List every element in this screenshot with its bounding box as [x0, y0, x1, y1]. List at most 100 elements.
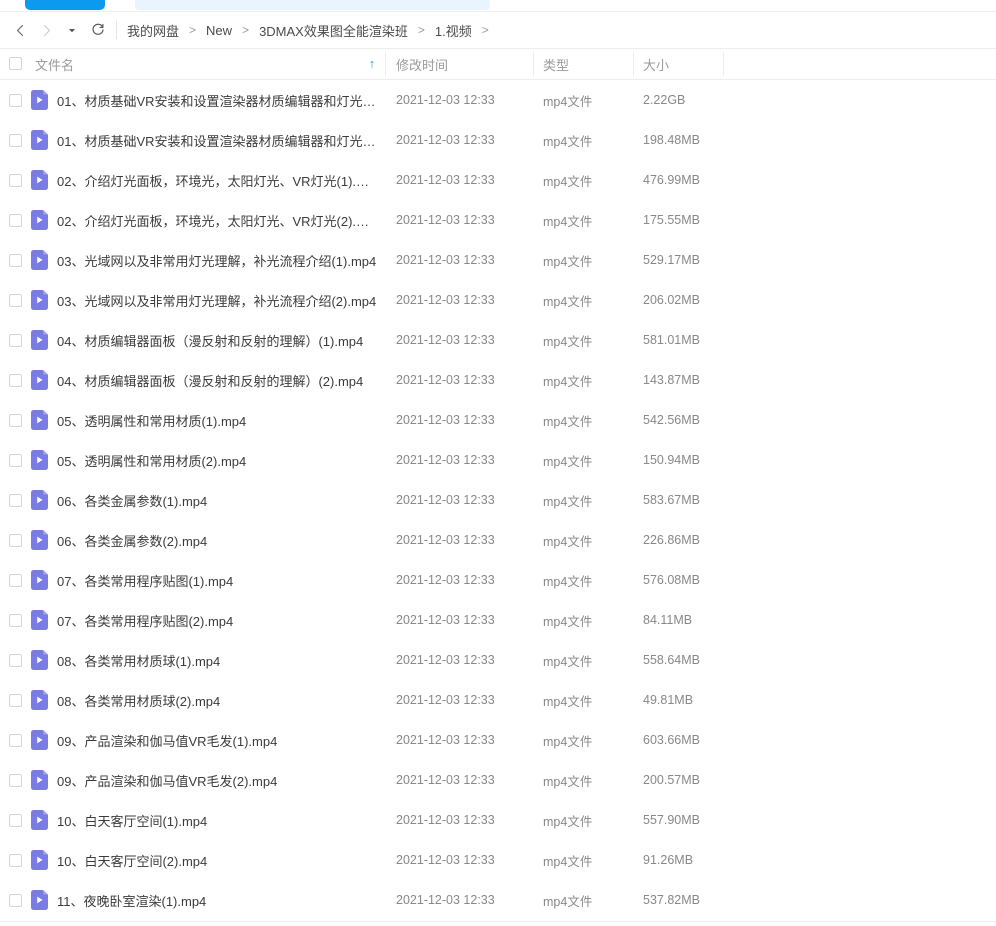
file-name-cell[interactable]: 08、各类常用材质球(2).mp4	[57, 691, 379, 710]
file-name-cell[interactable]: 09、产品渲染和伽马值VR毛发(2).mp4	[57, 771, 379, 790]
search-input[interactable]	[135, 0, 490, 10]
video-file-icon	[31, 610, 48, 630]
file-name-cell[interactable]: 06、各类金属参数(1).mp4	[57, 491, 379, 510]
file-name-cell[interactable]: 09、产品渲染和伽马值VR毛发(1).mp4	[57, 731, 379, 750]
file-size-cell: 603.66MB	[643, 733, 700, 747]
file-name-cell[interactable]: 02、介绍灯光面板，环境光，太阳灯光、VR灯光(2).mp4	[57, 211, 379, 230]
table-row[interactable]: 11、夜晚卧室渲染(1).mp4 2021-12-03 12:33 mp4文件 …	[0, 880, 996, 920]
file-size-cell: 576.08MB	[643, 573, 700, 587]
row-checkbox[interactable]	[9, 333, 22, 347]
row-checkbox[interactable]	[9, 733, 22, 747]
video-file-icon	[31, 450, 48, 470]
row-checkbox[interactable]	[9, 413, 22, 427]
row-checkbox[interactable]	[9, 773, 22, 787]
file-name-cell[interactable]: 04、材质编辑器面板（漫反射和反射的理解）(2).mp4	[57, 371, 379, 390]
row-checkbox[interactable]	[9, 453, 22, 467]
row-checkbox[interactable]	[9, 373, 22, 387]
file-size-cell: 49.81MB	[643, 693, 694, 707]
table-row[interactable]: 07、各类常用程序贴图(2).mp4 2021-12-03 12:33 mp4文…	[0, 600, 996, 640]
table-row[interactable]: 03、光域网以及非常用灯光理解，补光流程介绍(2).mp4 2021-12-03…	[0, 280, 996, 320]
row-checkbox[interactable]	[9, 493, 22, 507]
table-row[interactable]: 06、各类金属参数(2).mp4 2021-12-03 12:33 mp4文件 …	[0, 520, 996, 560]
table-row[interactable]: 05、透明属性和常用材质(1).mp4 2021-12-03 12:33 mp4…	[0, 400, 996, 440]
file-name-cell[interactable]: 07、各类常用程序贴图(2).mp4	[57, 611, 379, 630]
file-type-cell: mp4文件	[543, 894, 593, 909]
file-name-cell[interactable]: 05、透明属性和常用材质(2).mp4	[57, 451, 379, 470]
breadcrumb: 我的网盘 > New > 3DMAX效果图全能渲染班 > 1.视频 >	[126, 20, 498, 41]
file-name-cell[interactable]: 07、各类常用程序贴图(1).mp4	[57, 571, 379, 590]
column-header-type[interactable]: 类型	[543, 49, 569, 79]
file-name-cell[interactable]: 05、透明属性和常用材质(1).mp4	[57, 411, 379, 430]
select-all-checkbox[interactable]	[9, 57, 22, 70]
video-file-icon	[31, 290, 48, 310]
row-checkbox[interactable]	[9, 213, 22, 227]
row-checkbox[interactable]	[9, 813, 22, 827]
caret-down-icon[interactable]	[60, 18, 84, 42]
table-row[interactable]: 10、白天客厅空间(1).mp4 2021-12-03 12:33 mp4文件 …	[0, 800, 996, 840]
column-header-size[interactable]: 大小	[643, 49, 669, 79]
row-checkbox[interactable]	[9, 253, 22, 267]
file-name-cell[interactable]: 03、光域网以及非常用灯光理解，补光流程介绍(2).mp4	[57, 291, 379, 310]
chevron-left-icon[interactable]	[8, 18, 32, 42]
row-checkbox[interactable]	[9, 573, 22, 587]
table-row[interactable]: 02、介绍灯光面板，环境光，太阳灯光、VR灯光(1).mp4 2021-12-0…	[0, 160, 996, 200]
row-checkbox[interactable]	[9, 93, 22, 107]
breadcrumb-item-0[interactable]: 我的网盘	[126, 20, 180, 41]
file-name-cell[interactable]: 08、各类常用材质球(1).mp4	[57, 651, 379, 670]
table-row[interactable]: 09、产品渲染和伽马值VR毛发(2).mp4 2021-12-03 12:33 …	[0, 760, 996, 800]
table-row[interactable]: 09、产品渲染和伽马值VR毛发(1).mp4 2021-12-03 12:33 …	[0, 720, 996, 760]
file-size-cell: 200.57MB	[643, 773, 700, 787]
breadcrumb-item-2[interactable]: 3DMAX效果图全能渲染班	[258, 20, 409, 41]
file-modified-cell: 2021-12-03 12:33	[396, 453, 495, 467]
row-checkbox[interactable]	[9, 133, 22, 147]
primary-action-button[interactable]	[25, 0, 105, 10]
chevron-right-icon[interactable]	[34, 18, 58, 42]
breadcrumb-item-1[interactable]: New	[205, 22, 233, 39]
breadcrumb-item-3[interactable]: 1.视频	[434, 20, 473, 41]
video-file-icon	[31, 370, 48, 390]
table-header: 文件名 ↑ 修改时间 类型 大小	[0, 49, 996, 80]
table-row[interactable]: 04、材质编辑器面板（漫反射和反射的理解）(2).mp4 2021-12-03 …	[0, 360, 996, 400]
sort-ascending-icon[interactable]: ↑	[366, 57, 378, 71]
file-name-cell[interactable]: 03、光域网以及非常用灯光理解，补光流程介绍(1).mp4	[57, 251, 379, 270]
table-row[interactable]: 01、材质基础VR安装和设置渲染器材质编辑器和灯光(2).... 2021-12…	[0, 120, 996, 160]
video-file-icon	[31, 410, 48, 430]
table-row[interactable]: 05、透明属性和常用材质(2).mp4 2021-12-03 12:33 mp4…	[0, 440, 996, 480]
file-name-cell[interactable]: 01、材质基础VR安装和设置渲染器材质编辑器和灯光(1)....	[57, 91, 379, 110]
file-name-cell[interactable]: 11、夜晚卧室渲染(1).mp4	[57, 891, 379, 910]
row-checkbox[interactable]	[9, 173, 22, 187]
row-checkbox[interactable]	[9, 853, 22, 867]
video-file-icon	[31, 570, 48, 590]
column-header-name[interactable]: 文件名	[35, 49, 74, 79]
row-checkbox[interactable]	[9, 293, 22, 307]
row-checkbox-wrap	[9, 653, 22, 667]
navigation-buttons	[0, 18, 110, 42]
table-row[interactable]: 04、材质编辑器面板（漫反射和反射的理解）(1).mp4 2021-12-03 …	[0, 320, 996, 360]
table-row[interactable]: 08、各类常用材质球(1).mp4 2021-12-03 12:33 mp4文件…	[0, 640, 996, 680]
file-name-cell[interactable]: 01、材质基础VR安装和设置渲染器材质编辑器和灯光(2)....	[57, 131, 379, 150]
select-all-checkbox-wrap	[9, 57, 22, 70]
row-checkbox[interactable]	[9, 653, 22, 667]
table-row[interactable]: 01、材质基础VR安装和设置渲染器材质编辑器和灯光(1).... 2021-12…	[0, 80, 996, 120]
row-checkbox[interactable]	[9, 693, 22, 707]
column-header-modified[interactable]: 修改时间	[396, 49, 448, 79]
file-name-cell[interactable]: 02、介绍灯光面板，环境光，太阳灯光、VR灯光(1).mp4	[57, 171, 379, 190]
table-row[interactable]: 07、各类常用程序贴图(1).mp4 2021-12-03 12:33 mp4文…	[0, 560, 996, 600]
table-row[interactable]: 06、各类金属参数(1).mp4 2021-12-03 12:33 mp4文件 …	[0, 480, 996, 520]
file-name-cell[interactable]: 04、材质编辑器面板（漫反射和反射的理解）(1).mp4	[57, 331, 379, 350]
file-name-cell[interactable]: 10、白天客厅空间(1).mp4	[57, 811, 379, 830]
file-type-cell: mp4文件	[543, 654, 593, 669]
file-name-cell[interactable]: 10、白天客厅空间(2).mp4	[57, 851, 379, 870]
row-checkbox[interactable]	[9, 893, 22, 907]
file-size-cell: 2.22GB	[643, 93, 686, 107]
refresh-icon[interactable]	[86, 18, 110, 42]
table-row[interactable]: 10、白天客厅空间(2).mp4 2021-12-03 12:33 mp4文件 …	[0, 840, 996, 880]
table-row[interactable]: 08、各类常用材质球(2).mp4 2021-12-03 12:33 mp4文件…	[0, 680, 996, 720]
file-size-cell: 557.90MB	[643, 813, 700, 827]
file-name-cell[interactable]: 06、各类金属参数(2).mp4	[57, 531, 379, 550]
table-row[interactable]: 03、光域网以及非常用灯光理解，补光流程介绍(1).mp4 2021-12-03…	[0, 240, 996, 280]
file-type-cell: mp4文件	[543, 694, 593, 709]
row-checkbox[interactable]	[9, 613, 22, 627]
table-row[interactable]: 02、介绍灯光面板，环境光，太阳灯光、VR灯光(2).mp4 2021-12-0…	[0, 200, 996, 240]
row-checkbox[interactable]	[9, 533, 22, 547]
